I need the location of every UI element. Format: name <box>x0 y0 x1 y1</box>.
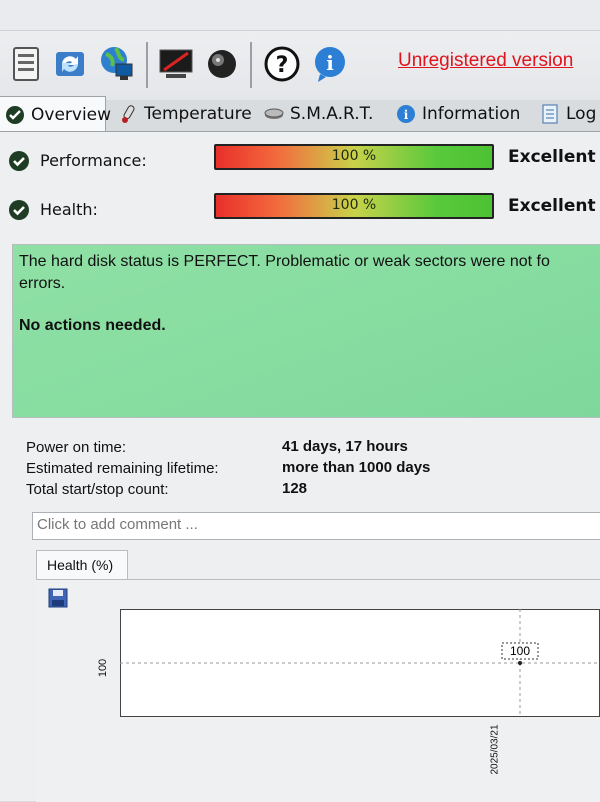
performance-rating: Excellent <box>508 147 596 167</box>
tab-log[interactable]: Log <box>532 98 600 130</box>
tab-label: Log <box>566 104 597 124</box>
svg-text:?: ? <box>276 53 289 78</box>
tab-information[interactable]: i Information <box>388 98 530 130</box>
status-message-box: The hard disk status is PERFECT. Problem… <box>12 244 600 418</box>
tab-temperature[interactable]: Temperature <box>110 98 256 130</box>
plot-svg: 100 <box>120 609 600 717</box>
health-row: Health: 100 % Excellent <box>0 191 600 225</box>
info-icon[interactable]: i <box>310 44 350 84</box>
power-on-value: 41 days, 17 hours <box>282 438 408 455</box>
tab-bar: Overview Temperature S.M.A.R.T. i Inform… <box>0 96 600 132</box>
data-label: 100 <box>510 644 530 658</box>
thermometer-icon <box>122 105 135 123</box>
tab-label: Temperature <box>144 104 252 124</box>
health-value: 100 % <box>331 197 377 213</box>
unregistered-version-link[interactable]: Unregistered version <box>398 50 573 72</box>
toolbar-separator <box>146 42 148 88</box>
startstop-label: Total start/stop count: <box>26 481 169 498</box>
health-label: Health: <box>40 200 98 219</box>
status-text-line1: The hard disk status is PERFECT. Problem… <box>19 253 550 270</box>
health-plot: 100 <box>120 609 600 717</box>
check-icon <box>9 200 29 220</box>
overview-panel: Performance: 100 % Excellent Health: 100… <box>0 131 600 802</box>
tab-overview[interactable]: Overview <box>0 96 111 132</box>
performance-bar: 100 % <box>214 144 494 170</box>
status-text-line2: errors. <box>19 275 66 292</box>
tab-smart[interactable]: S.M.A.R.T. <box>256 98 388 130</box>
tab-label: S.M.A.R.T. <box>290 104 374 124</box>
monitor-icon[interactable] <box>156 44 196 84</box>
check-icon <box>9 151 29 171</box>
tab-label: Overview <box>31 104 112 125</box>
check-icon <box>6 105 24 124</box>
tab-health-chart[interactable]: Health (%) <box>36 550 128 580</box>
title-strip <box>0 0 600 31</box>
performance-label: Performance: <box>40 151 147 170</box>
save-icon[interactable] <box>48 588 68 608</box>
x-tick-label: 2025/03/21 <box>489 724 501 775</box>
tab-label: Information <box>422 104 521 124</box>
y-tick-label: 100 <box>97 658 110 678</box>
performance-value: 100 % <box>331 148 377 164</box>
svg-text:i: i <box>326 51 334 75</box>
data-point <box>518 661 522 665</box>
toolbar-separator <box>250 42 252 88</box>
lifetime-label: Estimated remaining lifetime: <box>26 460 219 477</box>
startstop-value: 128 <box>282 480 308 497</box>
lifetime-value: more than 1000 days <box>282 459 431 476</box>
document-icon <box>542 104 558 124</box>
refresh-icon[interactable] <box>50 44 90 84</box>
health-rating: Excellent <box>508 196 596 216</box>
disk-icon <box>264 108 284 119</box>
network-computer-icon[interactable] <box>96 44 136 84</box>
clipboard-icon[interactable] <box>6 44 46 84</box>
performance-row: Performance: 100 % Excellent <box>0 142 600 176</box>
speaker-icon[interactable] <box>202 44 242 84</box>
toolbar: ? i Unregistered version <box>0 0 600 100</box>
status-action: No actions needed. <box>19 317 166 334</box>
power-on-label: Power on time: <box>26 439 127 456</box>
comment-input[interactable]: Click to add comment ... <box>32 512 600 540</box>
health-bar: 100 % <box>214 193 494 219</box>
info-icon: i <box>397 105 415 123</box>
svg-text:i: i <box>404 108 409 122</box>
help-icon[interactable]: ? <box>262 44 302 84</box>
